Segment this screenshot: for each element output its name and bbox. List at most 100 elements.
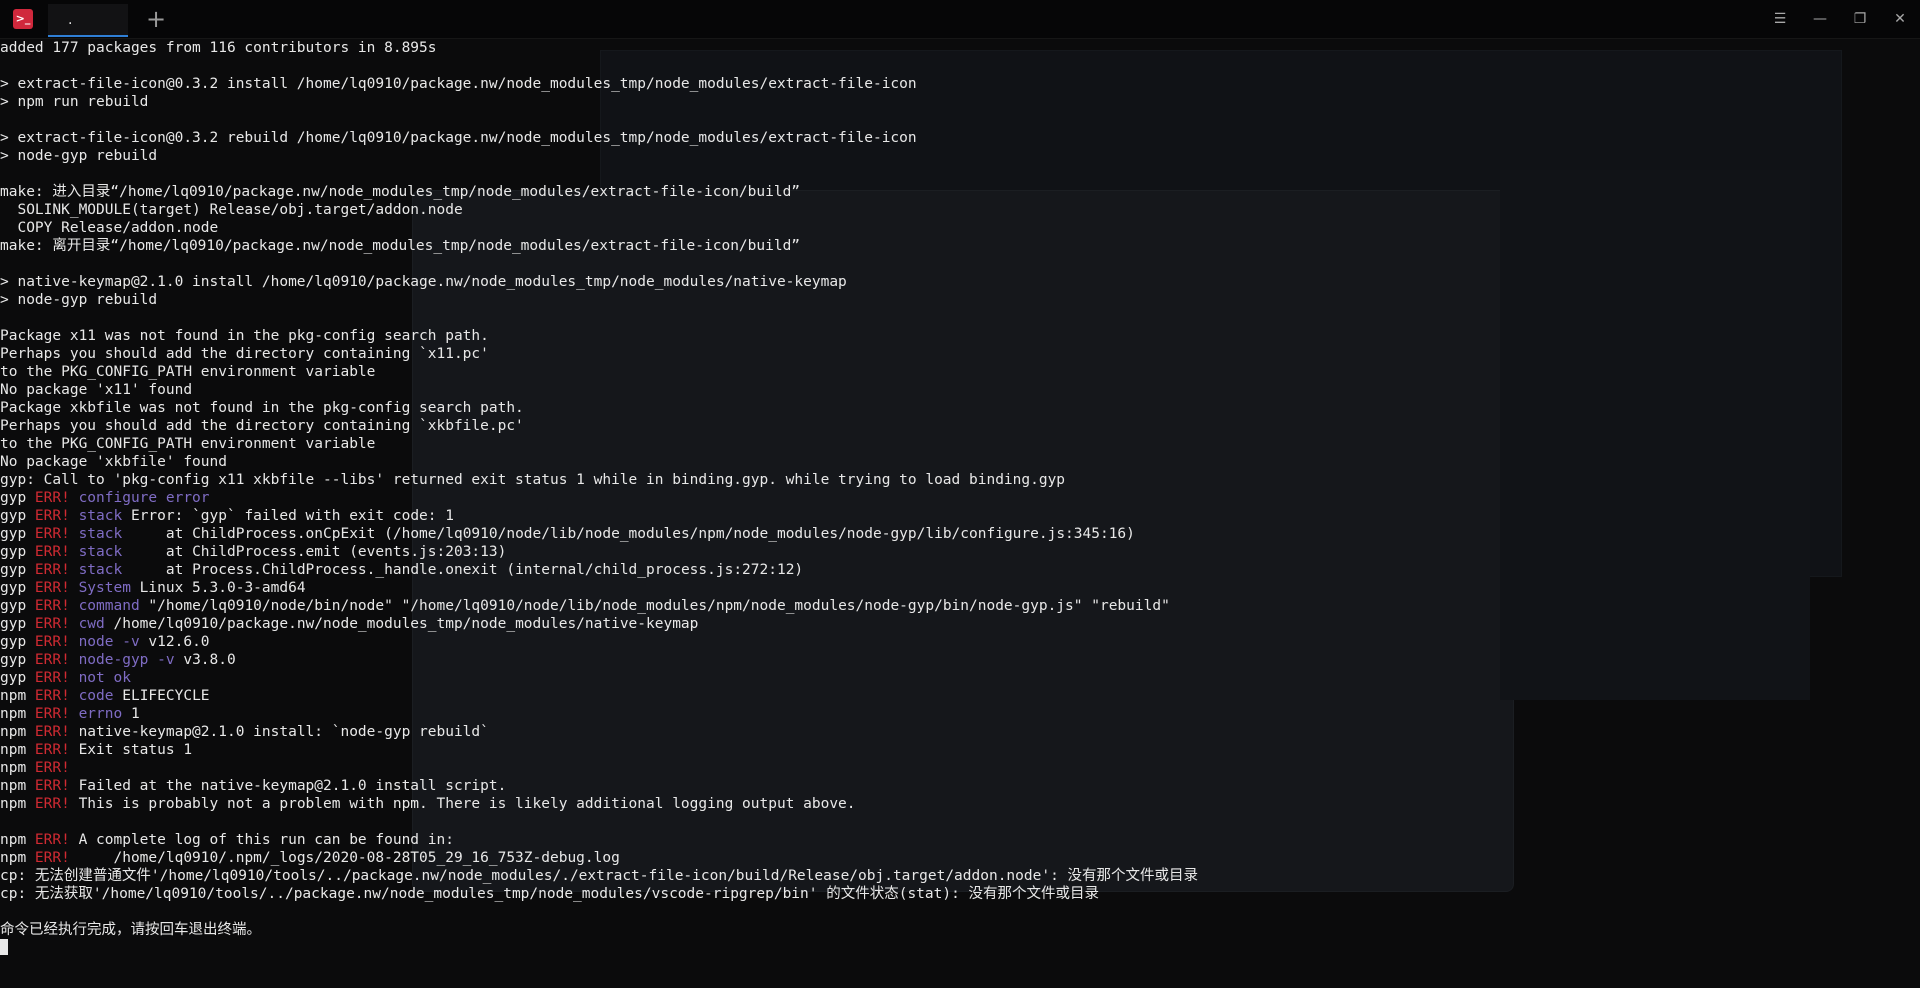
terminal-line: gyp ERR! stack Error: `gyp` failed with … [0, 507, 1920, 525]
line-text: at ChildProcess.onCpExit (/home/lq0910/n… [122, 526, 1135, 542]
terminal-line: npm ERR! errno 1 [0, 705, 1920, 723]
err-keyword: errno [69, 706, 123, 722]
terminal-line: gyp ERR! node -v v12.6.0 [0, 633, 1920, 651]
terminal-line: gyp ERR! System Linux 5.3.0-3-amd64 [0, 579, 1920, 597]
terminal-line: gyp ERR! cwd /home/lq0910/package.nw/nod… [0, 615, 1920, 633]
tab-title: . [68, 12, 73, 28]
terminal-line: > extract-file-icon@0.3.2 rebuild /home/… [0, 129, 1920, 147]
terminal-line: make: 离开目录“/home/lq0910/package.nw/node_… [0, 237, 1920, 255]
line-text: > node-gyp rebuild [0, 148, 158, 164]
terminal-output[interactable]: added 177 packages from 116 contributors… [0, 39, 1920, 988]
err-tag: ERR! [34, 688, 70, 704]
line-text: No package 'xkbfile' found [0, 454, 227, 470]
line-prefix: gyp [0, 670, 35, 686]
line-text: at Process.ChildProcess._handle.onexit (… [122, 562, 804, 578]
terminal-line: > npm run rebuild [0, 93, 1920, 111]
line-prefix: gyp [0, 508, 35, 524]
line-prefix: npm [0, 742, 35, 758]
line-text: /home/lq0910/.npm/_logs/2020-08-28T05_29… [69, 850, 620, 866]
err-tag: ERR! [34, 724, 70, 740]
err-tag: ERR! [34, 850, 70, 866]
err-keyword: code [69, 688, 114, 704]
err-tag: ERR! [34, 742, 70, 758]
line-text: This is probably not a problem with npm.… [69, 796, 856, 812]
err-keyword: command [69, 598, 140, 614]
terminal-line: SOLINK_MODULE(target) Release/obj.target… [0, 201, 1920, 219]
line-text: > npm run rebuild [0, 94, 149, 110]
restore-icon[interactable]: ❐ [1848, 8, 1872, 30]
terminal-line: make: 进入目录“/home/lq0910/package.nw/node_… [0, 183, 1920, 201]
err-keyword: System [69, 580, 131, 596]
terminal-line: npm ERR! This is probably not a problem … [0, 795, 1920, 813]
terminal-line: cp: 无法获取'/home/lq0910/tools/../package.n… [0, 885, 1920, 903]
minimize-icon[interactable]: — [1808, 8, 1832, 30]
terminal-icon[interactable]: >_ [13, 9, 33, 29]
line-text: v12.6.0 [139, 634, 210, 650]
err-tag: ERR! [34, 598, 70, 614]
line-prefix: npm [0, 760, 35, 776]
new-tab-button[interactable]: + [142, 5, 170, 33]
line-text: added 177 packages from 116 contributors… [0, 40, 437, 56]
terminal-line: > node-gyp rebuild [0, 291, 1920, 309]
line-text: /home/lq0910/package.nw/node_modules_tmp… [104, 616, 699, 632]
line-text: > node-gyp rebuild [0, 292, 158, 308]
line-text: Exit status 1 [69, 742, 193, 758]
close-icon[interactable]: ✕ [1888, 8, 1912, 30]
err-tag: ERR! [34, 796, 70, 812]
line-text: > native-keymap@2.1.0 install /home/lq09… [0, 274, 847, 290]
terminal-line: No package 'x11' found [0, 381, 1920, 399]
terminal-line: gyp: Call to 'pkg-config x11 xkbfile --l… [0, 471, 1920, 489]
err-keyword: cwd [69, 616, 105, 632]
prompt-line[interactable] [0, 939, 1920, 957]
line-prefix: gyp [0, 490, 35, 506]
err-keyword: stack [69, 562, 123, 578]
terminal-line: Perhaps you should add the directory con… [0, 345, 1920, 363]
line-prefix: gyp [0, 526, 35, 542]
err-tag: ERR! [34, 760, 70, 776]
terminal-line: added 177 packages from 116 contributors… [0, 39, 1920, 57]
line-text: v3.8.0 [174, 652, 236, 668]
err-tag: ERR! [34, 508, 70, 524]
err-keyword: stack [69, 544, 123, 560]
terminal-line: npm ERR! Exit status 1 [0, 741, 1920, 759]
line-text: 1 [122, 706, 140, 722]
err-keyword: node -v [69, 634, 140, 650]
line-prefix: gyp [0, 616, 35, 632]
line-prefix: gyp [0, 580, 35, 596]
terminal-line: npm ERR! [0, 759, 1920, 777]
terminal-line: COPY Release/addon.node [0, 219, 1920, 237]
terminal-line: Perhaps you should add the directory con… [0, 417, 1920, 435]
err-keyword: configure error [69, 490, 210, 506]
line-text: cp: 无法创建普通文件'/home/lq0910/tools/../packa… [0, 868, 1199, 884]
line-prefix: gyp [0, 562, 35, 578]
line-text: COPY Release/addon.node [0, 220, 219, 236]
err-tag: ERR! [34, 706, 70, 722]
terminal-line: Package x11 was not found in the pkg-con… [0, 327, 1920, 345]
line-text: Perhaps you should add the directory con… [0, 418, 524, 434]
err-tag: ERR! [34, 616, 70, 632]
line-text: Perhaps you should add the directory con… [0, 346, 489, 362]
menu-icon[interactable]: ☰ [1768, 8, 1792, 30]
err-keyword: stack [69, 526, 123, 542]
terminal-line: to the PKG_CONFIG_PATH environment varia… [0, 363, 1920, 381]
line-text: No package 'x11' found [0, 382, 193, 398]
line-prefix: gyp [0, 652, 35, 668]
line-text: gyp: Call to 'pkg-config x11 xkbfile --l… [0, 472, 1066, 488]
terminal-line: gyp ERR! stack at ChildProcess.onCpExit … [0, 525, 1920, 543]
line-text: at ChildProcess.emit (events.js:203:13) [122, 544, 507, 560]
line-text: Failed at the native-keymap@2.1.0 instal… [69, 778, 507, 794]
line-text: make: 进入目录“/home/lq0910/package.nw/node_… [0, 184, 801, 200]
err-tag: ERR! [34, 652, 70, 668]
err-keyword: not ok [69, 670, 131, 686]
line-text: Package x11 was not found in the pkg-con… [0, 328, 489, 344]
terminal-line: npm ERR! /home/lq0910/.npm/_logs/2020-08… [0, 849, 1920, 867]
tab-current[interactable]: . [48, 4, 128, 37]
terminal-line: gyp ERR! stack at ChildProcess.emit (eve… [0, 543, 1920, 561]
line-text: Linux 5.3.0-3-amd64 [130, 580, 306, 596]
terminal-line: gyp ERR! command "/home/lq0910/node/bin/… [0, 597, 1920, 615]
line-text: "/home/lq0910/node/bin/node" "/home/lq09… [139, 598, 1170, 614]
